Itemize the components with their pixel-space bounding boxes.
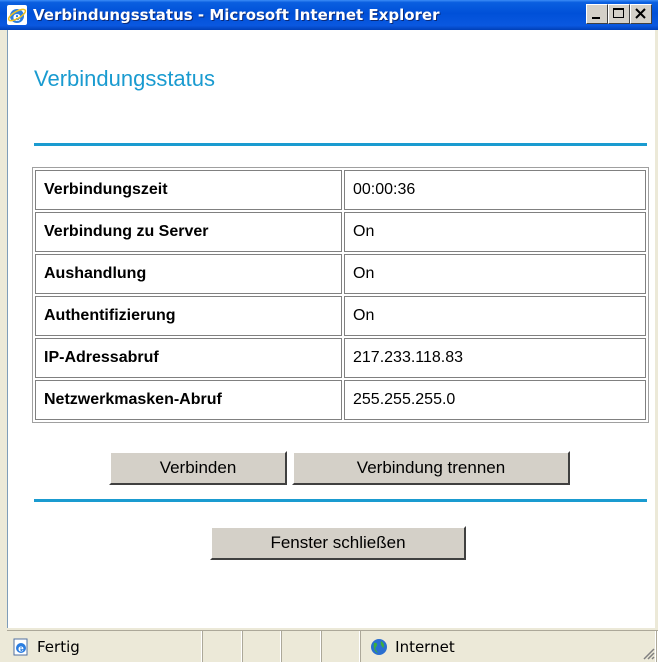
disconnect-button[interactable]: Verbindung trennen: [292, 451, 570, 485]
status-section: e Fertig: [7, 631, 203, 662]
globe-icon: [371, 638, 388, 655]
row-label: IP-Adressabruf: [35, 338, 342, 378]
internet-explorer-icon: e: [7, 5, 27, 25]
window-title: Verbindungsstatus - Microsoft Internet E…: [33, 6, 440, 24]
status-panel: [320, 631, 361, 662]
status-bar: e Fertig Internet: [7, 630, 658, 662]
page-icon: e: [13, 638, 28, 655]
minimize-button[interactable]: [586, 4, 608, 24]
maximize-button[interactable]: [608, 4, 630, 24]
table-row: Verbindungszeit 00:00:36: [35, 170, 646, 210]
page-content: Verbindungsstatus Verbindungszeit 00:00:…: [7, 30, 655, 628]
minimize-icon: [592, 17, 600, 19]
row-value: 255.255.255.0: [344, 380, 646, 420]
table-row: Verbindung zu Server On: [35, 212, 646, 252]
close-window-page-button[interactable]: Fenster schließen: [210, 526, 466, 560]
row-value: 217.233.118.83: [344, 338, 646, 378]
status-text: Fertig: [37, 637, 80, 656]
status-panel: [202, 631, 242, 662]
row-label: Verbindung zu Server: [35, 212, 342, 252]
row-value: On: [344, 212, 646, 252]
caption-buttons: [586, 4, 652, 24]
svg-text:e: e: [18, 644, 24, 654]
close-icon: [635, 8, 646, 19]
maximize-icon: [613, 8, 624, 18]
row-value: On: [344, 254, 646, 294]
row-label: Verbindungszeit: [35, 170, 342, 210]
row-value: 00:00:36: [344, 170, 646, 210]
row-label: Netzwerkmasken-Abruf: [35, 380, 342, 420]
resize-grip-icon: [643, 648, 655, 660]
table-row: IP-Adressabruf 217.233.118.83: [35, 338, 646, 378]
table-row: Authentifizierung On: [35, 296, 646, 336]
page-title: Verbindungsstatus: [34, 66, 216, 91]
security-zone[interactable]: Internet: [360, 631, 657, 662]
connection-status-table: Verbindungszeit 00:00:36 Verbindung zu S…: [32, 167, 649, 423]
title-bar[interactable]: e Verbindungsstatus - Microsoft Internet…: [0, 0, 658, 30]
row-label: Authentifizierung: [35, 296, 342, 336]
divider-top: [34, 143, 647, 146]
connect-button[interactable]: Verbinden: [109, 451, 287, 485]
status-panel: [241, 631, 282, 662]
browser-window: e Verbindungsstatus - Microsoft Internet…: [0, 0, 658, 662]
table-row: Netzwerkmasken-Abruf 255.255.255.0: [35, 380, 646, 420]
status-panel: [281, 631, 321, 662]
row-value: On: [344, 296, 646, 336]
table-row: Aushandlung On: [35, 254, 646, 294]
row-label: Aushandlung: [35, 254, 342, 294]
close-window-button[interactable]: [630, 4, 652, 24]
zone-label: Internet: [395, 637, 455, 656]
divider-middle: [34, 499, 647, 502]
